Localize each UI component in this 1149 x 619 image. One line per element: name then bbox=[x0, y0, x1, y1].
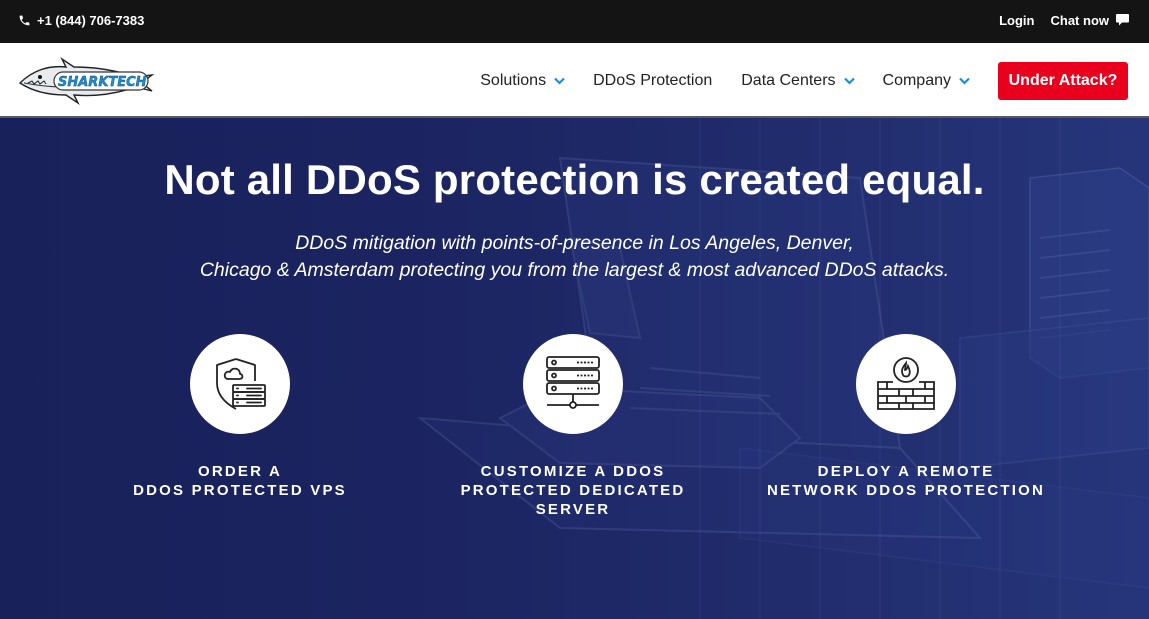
nav-item-ddos-protection[interactable]: DDoS Protection bbox=[593, 72, 712, 90]
dedicated-server-label: CUSTOMIZE A DDOS PROTECTED DEDICATED SER… bbox=[408, 462, 738, 519]
login-link[interactable]: Login bbox=[999, 13, 1034, 28]
top-bar: +1 (844) 706-7383 Login Chat now bbox=[0, 0, 1149, 43]
dedicated-server-label-line2: PROTECTED DEDICATED bbox=[460, 482, 686, 499]
logo-wordmark: SHARKTECH bbox=[58, 75, 147, 90]
nav-item-company-label: Company bbox=[882, 71, 951, 89]
order-vps-label-line2: DDOS PROTECTED VPS bbox=[133, 482, 347, 499]
under-attack-button[interactable]: Under Attack? bbox=[998, 61, 1128, 100]
phone-icon bbox=[19, 15, 30, 25]
dedicated-server-label-line1: CUSTOMIZE A DDOS bbox=[480, 463, 666, 480]
nav-item-data-centers[interactable]: Data Centers bbox=[741, 71, 855, 90]
hero-section: Not all DDoS protection is created equal… bbox=[0, 118, 1149, 619]
remote-protection-label: DEPLOY A REMOTE NETWORK DDOS PROTECTION bbox=[741, 462, 1071, 500]
shield-cloud-server-icon bbox=[216, 358, 266, 410]
nav-item-solutions-label: Solutions bbox=[480, 71, 547, 89]
nav-menu: Solutions DDoS Protection Data Centers C… bbox=[480, 43, 1128, 118]
shark-logo-icon: SHARKTECH bbox=[18, 56, 155, 106]
remote-protection-card[interactable]: DEPLOY A REMOTE NETWORK DDOS PROTECTION bbox=[741, 334, 1071, 500]
dedicated-server-label-line3: SERVER bbox=[535, 501, 611, 518]
order-vps-card[interactable]: ORDER A DDOS PROTECTED VPS bbox=[75, 334, 405, 500]
hero-subtitle-line2: Chicago & Amsterdam protecting you from … bbox=[199, 259, 950, 281]
chat-now-label: Chat now bbox=[1050, 12, 1110, 28]
nav-item-solutions[interactable]: Solutions bbox=[480, 72, 565, 90]
chevron-down-icon bbox=[843, 77, 855, 85]
remote-protection-label-line1: DEPLOY A REMOTE bbox=[817, 463, 995, 480]
hero-title: Not all DDoS protection is created equal… bbox=[164, 156, 985, 203]
order-vps-label-line1: ORDER A bbox=[197, 463, 282, 480]
dedicated-server-card[interactable]: CUSTOMIZE A DDOS PROTECTED DEDICATED SER… bbox=[408, 334, 738, 519]
remote-protection-icon-circle bbox=[856, 334, 956, 434]
dedicated-server-icon-circle bbox=[523, 334, 623, 434]
chat-bubble-icon bbox=[1116, 14, 1129, 26]
remote-protection-label-line2: NETWORK DDOS PROTECTION bbox=[766, 482, 1046, 499]
nav-item-data-centers-label: Data Centers bbox=[741, 71, 836, 89]
order-vps-icon-circle bbox=[190, 334, 290, 434]
nav-item-company[interactable]: Company bbox=[883, 72, 970, 90]
hero-subtitle: DDoS mitigation with points-of-presence … bbox=[0, 230, 1149, 284]
chevron-down-icon bbox=[959, 77, 970, 85]
nav-item-ddos-protection-label: DDoS Protection bbox=[593, 71, 713, 89]
phone-number: +1 (844) 706-7383 bbox=[37, 12, 145, 28]
server-network-icon bbox=[546, 356, 600, 409]
phone-link[interactable]: +1 (844) 706-7383 bbox=[18, 0, 144, 40]
hero-subtitle-line1: DDoS mitigation with points-of-presence … bbox=[295, 232, 854, 254]
sharktech-logo[interactable]: SHARKTECH bbox=[18, 53, 155, 106]
order-vps-label: ORDER A DDOS PROTECTED VPS bbox=[75, 462, 405, 500]
chat-now-link[interactable]: Chat now bbox=[1050, 12, 1129, 28]
chevron-down-icon bbox=[554, 77, 565, 85]
main-nav: SHARKTECH Solutions DDoS Protection Data… bbox=[0, 43, 1149, 118]
firewall-icon bbox=[877, 357, 935, 410]
